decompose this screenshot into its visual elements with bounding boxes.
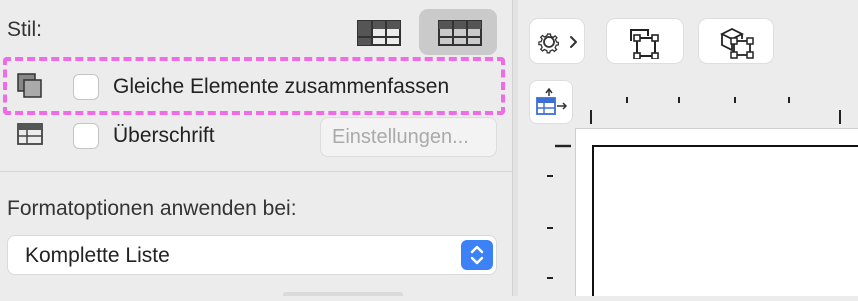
3d-view-button[interactable] xyxy=(698,18,774,64)
format-options-label: Formatoptionen anwenden bei: xyxy=(7,197,297,220)
apply-scope-select[interactable]: Komplette Liste xyxy=(7,235,497,275)
3d-box-icon xyxy=(718,26,756,65)
style-label: Stil: xyxy=(7,18,43,41)
table-style-button-b[interactable] xyxy=(419,9,497,55)
table-grid-alt-icon xyxy=(438,20,482,51)
frame-select-icon xyxy=(628,27,664,64)
updown-chevron-icon xyxy=(461,240,493,270)
settings-button[interactable]: Einstellungen... xyxy=(320,117,497,157)
heading-label: Überschrift xyxy=(113,124,215,147)
column-add-icon xyxy=(533,84,571,125)
partial-control xyxy=(283,292,403,296)
apply-scope-select-value: Komplette Liste xyxy=(25,244,170,267)
gear-chevron-icon xyxy=(534,27,582,62)
heading-checkbox[interactable] xyxy=(73,123,99,149)
section-divider xyxy=(0,171,512,172)
table-style-button-a[interactable] xyxy=(338,9,416,55)
vertical-ruler xyxy=(529,128,573,296)
frame-select-button[interactable] xyxy=(606,18,684,64)
group-same-elements-label: Gleiche Elemente zusammenfassen xyxy=(113,75,450,98)
horizontal-ruler xyxy=(575,88,858,124)
group-same-elements-checkbox[interactable] xyxy=(73,74,99,100)
table-grid-icon xyxy=(357,20,401,51)
column-insert-button[interactable] xyxy=(529,80,573,124)
stacked-squares-icon xyxy=(17,73,43,99)
table-header-icon xyxy=(17,122,43,148)
view-settings-button[interactable] xyxy=(529,18,585,64)
page-outline xyxy=(592,145,858,296)
